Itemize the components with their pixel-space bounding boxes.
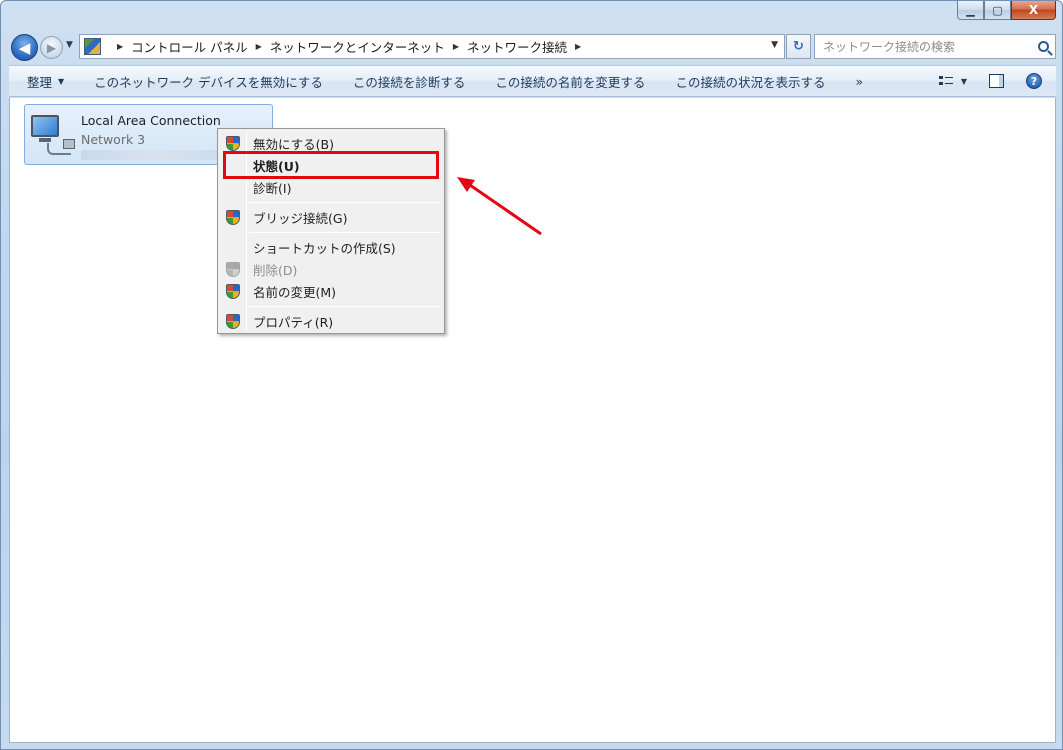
menu-item-rename[interactable]: 名前の変更(M) <box>220 280 442 302</box>
rename-connection-button[interactable]: この接続の名前を変更する <box>480 66 660 96</box>
disable-device-button[interactable]: このネットワーク デバイスを無効にする <box>79 66 338 96</box>
address-bar[interactable]: ▶ コントロール パネル ▶ ネットワークとインターネット ▶ ネットワーク接続… <box>79 34 785 59</box>
caption-buttons: ▁ ▢ X <box>957 1 1056 21</box>
more-commands-button[interactable]: » <box>840 66 878 96</box>
connection-device-blurred <box>81 150 226 160</box>
navigation-bar: ◀ ▶ ▼ ▶ コントロール パネル ▶ ネットワークとインターネット ▶ ネッ… <box>9 31 1056 61</box>
recent-pages-dropdown[interactable]: ▼ <box>66 40 73 50</box>
menu-item-label: プロパティ(R) <box>253 314 334 330</box>
breadcrumb-network-internet[interactable]: ネットワークとインターネット <box>270 37 445 56</box>
connection-name: Local Area Connection <box>81 113 221 128</box>
menu-item-label: ブリッジ接続(G) <box>253 210 348 226</box>
menu-item-bridge[interactable]: ブリッジ接続(G) <box>220 206 442 228</box>
menu-item-properties[interactable]: プロパティ(R) <box>220 310 442 332</box>
control-panel-icon <box>84 38 101 55</box>
annotation-highlight-box <box>223 151 439 179</box>
menu-separator <box>249 232 440 233</box>
chevron-down-icon: ▼ <box>58 76 65 86</box>
menu-item-label: 削除(D) <box>253 262 298 278</box>
explorer-window: ▁ ▢ X ◀ ▶ ▼ ▶ コントロール パネル ▶ ネットワークとインターネッ… <box>0 0 1063 750</box>
menu-item-label: 診断(I) <box>253 180 292 196</box>
address-dropdown-icon[interactable]: ▼ <box>771 40 778 50</box>
search-input[interactable]: ネットワーク接続の検索 <box>814 34 1056 59</box>
minimize-button[interactable]: ▁ <box>957 1 984 20</box>
menu-item-diagnose[interactable]: 診断(I) <box>220 176 442 198</box>
breadcrumb-chevron-icon[interactable]: ▶ <box>453 42 459 51</box>
connection-network: Network 3 <box>81 132 146 147</box>
breadcrumb-control-panel[interactable]: コントロール パネル <box>131 37 247 56</box>
breadcrumb-chevron-icon[interactable]: ▶ <box>256 42 262 51</box>
chevron-down-icon[interactable]: ▼ <box>961 77 967 86</box>
breadcrumb-network-connections[interactable]: ネットワーク接続 <box>467 37 567 56</box>
menu-item-create-shortcut[interactable]: ショートカットの作成(S) <box>220 236 442 258</box>
uac-shield-icon <box>226 314 240 329</box>
menu-item-delete: 削除(D) <box>220 258 442 280</box>
view-status-button[interactable]: この接続の状況を表示する <box>660 66 840 96</box>
network-adapter-icon <box>29 113 77 159</box>
back-button[interactable]: ◀ <box>11 34 38 61</box>
menu-separator <box>249 202 440 203</box>
refresh-button[interactable]: ↻ <box>786 34 811 59</box>
uac-shield-icon <box>226 136 240 151</box>
preview-pane-icon[interactable] <box>989 74 1004 88</box>
menu-separator <box>249 306 440 307</box>
uac-shield-icon <box>226 262 240 277</box>
breadcrumb-chevron-icon[interactable]: ▶ <box>117 42 123 51</box>
close-button[interactable]: X <box>1011 1 1056 20</box>
search-placeholder: ネットワーク接続の検索 <box>823 40 956 54</box>
help-icon[interactable]: ? <box>1026 73 1042 89</box>
menu-item-label: 名前の変更(M) <box>253 284 337 300</box>
annotation-arrow-icon <box>457 177 542 236</box>
command-bar: 整理 ▼ このネットワーク デバイスを無効にする この接続を診断する この接続の… <box>9 65 1056 97</box>
change-view-icon[interactable] <box>938 75 953 87</box>
diagnose-connection-button[interactable]: この接続を診断する <box>338 66 481 96</box>
search-icon[interactable] <box>1038 41 1049 52</box>
organize-label: 整理 <box>27 74 53 90</box>
view-controls: ▼ ? <box>938 66 1056 96</box>
uac-shield-icon <box>226 284 240 299</box>
forward-button[interactable]: ▶ <box>40 36 63 59</box>
menu-item-label: ショートカットの作成(S) <box>253 240 396 256</box>
maximize-button[interactable]: ▢ <box>984 1 1011 20</box>
uac-shield-icon <box>226 210 240 225</box>
menu-item-label: 無効にする(B) <box>253 136 334 152</box>
breadcrumb-chevron-icon[interactable]: ▶ <box>575 42 581 51</box>
organize-menu[interactable]: 整理 ▼ <box>9 66 79 96</box>
